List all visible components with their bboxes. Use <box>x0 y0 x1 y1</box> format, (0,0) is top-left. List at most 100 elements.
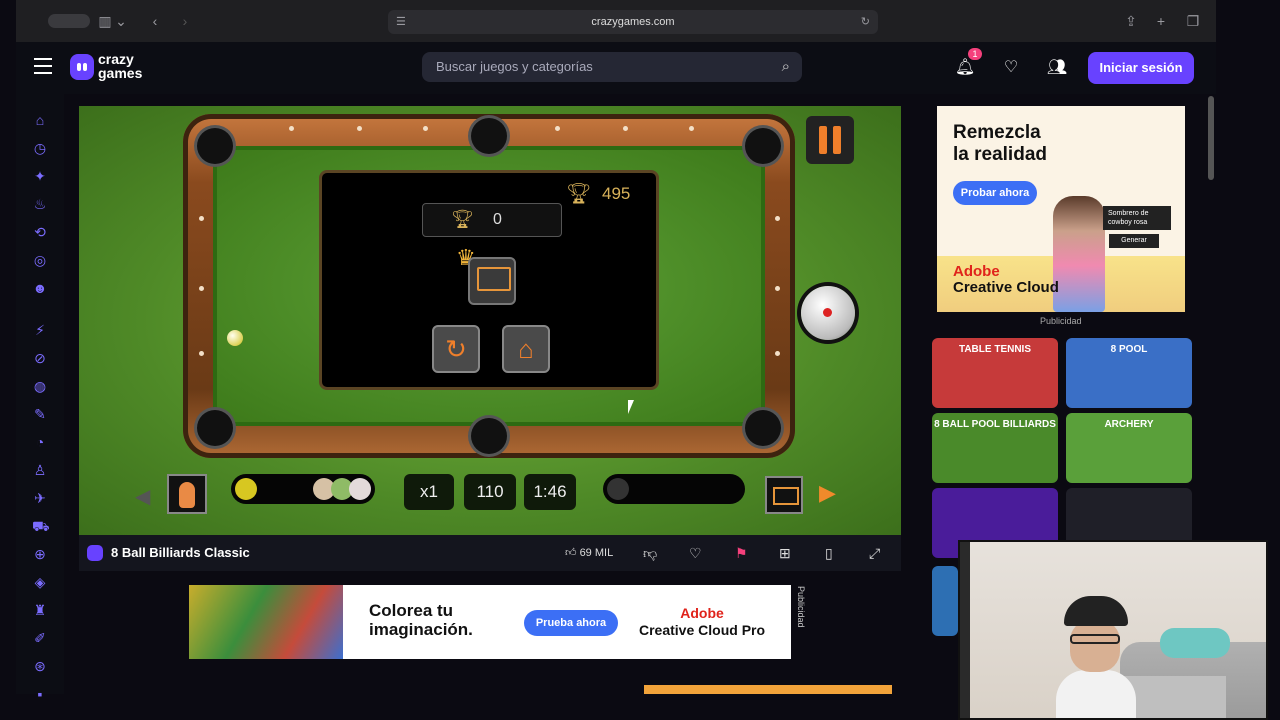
notification-badge: 1 <box>968 48 982 60</box>
game-info-bar: 8 Ball Billiards Classic 👍︎ 69 MIL 👎︎ ♡ … <box>79 535 901 571</box>
side-advertisement[interactable]: Remezcla la realidad Probar ahora Sombre… <box>937 106 1185 312</box>
ad-image <box>189 585 343 659</box>
pocket <box>197 128 233 164</box>
share-icon[interactable]: ⇪ <box>1122 12 1140 30</box>
bottom-advertisement[interactable]: Colorea tu imaginación. Prueba ahora Ado… <box>189 585 791 659</box>
thumbs-down-icon: 👎︎ <box>643 545 658 561</box>
game-thumbnail[interactable]: TABLE TENNIS <box>932 338 1058 408</box>
game-canvas[interactable]: 🏆︎ 495 🏆︎ 0 ♛ ↻ ⌂ ◀ x1 110 1:46 ▶ <box>79 106 901 535</box>
rack-ball <box>349 478 371 500</box>
friends-button[interactable]: 👥︎ <box>1042 54 1072 82</box>
clicker-icon[interactable]: ♙ <box>32 462 48 478</box>
reload-icon[interactable]: ↻ <box>861 10 870 34</box>
puzzle-icon[interactable]: ⊛ <box>32 658 48 674</box>
browser-toolbar: ▥ ⌄ ‹ › ☰ crazygames.com ↻ ⇪ + ❐ <box>16 0 1216 42</box>
search-placeholder: Buscar juegos y categorías <box>436 59 593 74</box>
more-icon[interactable]: ▪ <box>32 686 48 702</box>
home-icon[interactable]: ⌂ <box>32 112 48 128</box>
crazygames-logo-icon[interactable] <box>70 54 94 80</box>
fullscreen-button[interactable]: ⤢ <box>869 544 880 562</box>
io-icon[interactable]: ⊕ <box>32 546 48 562</box>
address-bar[interactable]: ☰ crazygames.com ↻ <box>388 10 878 34</box>
game-thumbnail[interactable]: 8 POOL <box>1066 338 1192 408</box>
bike-icon[interactable]: ◔ <box>32 434 48 450</box>
horror-icon[interactable]: ♜ <box>32 602 48 618</box>
trophy-icon: 🏆︎ <box>451 209 474 229</box>
webcam-pillow <box>1160 628 1230 658</box>
home-icon: ⌂ <box>518 334 534 364</box>
cool-icon[interactable]: ✈︎ <box>32 490 48 506</box>
game-thumbnail[interactable]: 8 BALL POOL BILLIARDS <box>932 413 1058 483</box>
search-icon[interactable]: ⌕ <box>782 52 790 82</box>
spin-control[interactable] <box>801 286 855 340</box>
webcam-overlay <box>958 540 1268 720</box>
adventure-icon[interactable]: ⊘ <box>32 350 48 366</box>
page-scrollbar[interactable] <box>1208 96 1214 180</box>
rack-ball <box>235 478 257 500</box>
webcam-face <box>1070 620 1120 672</box>
originals-icon[interactable]: ◎ <box>32 252 48 268</box>
ad-cta-button[interactable]: Prueba ahora <box>524 610 618 636</box>
new-tab-icon[interactable]: + <box>1152 12 1170 30</box>
match3-icon[interactable]: ✐ <box>32 630 48 646</box>
basketball-icon[interactable]: ◍ <box>32 378 48 394</box>
ad-brand: Adobe Creative Cloud Pro <box>639 605 765 639</box>
bell-icon: 🔔︎ <box>954 59 976 76</box>
pocket <box>197 410 233 446</box>
heart-icon: ♡ <box>689 545 702 561</box>
ad-cta-button[interactable]: Probar ahora <box>953 181 1037 205</box>
forward-icon[interactable]: › <box>176 12 194 30</box>
heart-icon: ♡ <box>1003 59 1019 76</box>
controller-icon[interactable]: ◈ <box>32 574 48 590</box>
trending-icon[interactable]: ♨ <box>32 196 48 212</box>
game-over-dialog: 🏆︎ 495 🏆︎ 0 ♛ ↻ ⌂ <box>319 170 659 390</box>
mouse-cursor <box>628 400 634 414</box>
report-button[interactable]: ⚑ <box>735 544 748 562</box>
game-thumbnail[interactable]: ARCHERY <box>1066 413 1192 483</box>
page-menu-icon[interactable]: ☰ <box>396 10 406 34</box>
pause-button[interactable] <box>806 116 854 164</box>
tab-overview-icon[interactable]: ❐ <box>1184 12 1202 30</box>
mobile-button[interactable]: ▯ <box>825 544 833 562</box>
car-icon[interactable]: ⛟ <box>32 518 50 534</box>
login-button[interactable]: Iniciar sesión <box>1088 52 1194 84</box>
favorites-button[interactable]: ♡ <box>996 54 1026 82</box>
game-thumbnail[interactable] <box>932 566 958 636</box>
dislike-button[interactable]: 👎︎ <box>643 544 657 562</box>
back-icon[interactable]: ‹ <box>146 12 164 30</box>
window-tab-pill[interactable] <box>48 14 90 28</box>
menu-icon[interactable] <box>34 58 52 74</box>
updated-icon[interactable]: ⟲ <box>32 224 48 240</box>
rail-diamond <box>555 126 560 131</box>
ad-headline-line: la realidad <box>953 144 1047 165</box>
multiplier-display: x1 <box>404 474 454 510</box>
like-button[interactable]: 👍︎ 69 MIL <box>565 545 613 561</box>
action-icon[interactable]: ⚡︎ <box>32 322 48 338</box>
new-icon[interactable]: ✦ <box>32 168 48 184</box>
thumbnail-title: ARCHERY <box>1104 419 1154 430</box>
search-input[interactable]: Buscar juegos y categorías ⌕ <box>422 52 802 82</box>
logo-text[interactable]: crazy games <box>98 52 142 80</box>
sidebar: ⌂ ◷ ✦ ♨ ⟲ ◎ ☻ ⚡︎ ⊘ ◍ ✎ ◔ ♙ ✈︎ ⛟ ⊕ ◈ ♜ ✐ … <box>16 94 64 702</box>
multiplayer-icon[interactable]: ☻ <box>32 280 48 296</box>
ad-brand: Adobe Creative Cloud <box>953 264 1059 296</box>
chevron-down-icon[interactable]: ⌄ <box>112 12 130 30</box>
rail-diamond <box>775 286 780 291</box>
embed-button[interactable]: ⊞ <box>779 544 791 562</box>
favorite-button[interactable]: ♡ <box>689 544 702 562</box>
restart-button[interactable]: ↻ <box>432 325 480 373</box>
webcam-person <box>1056 596 1226 718</box>
thumbnail-title: 8 BALL POOL BILLIARDS <box>934 419 1056 430</box>
beauty-icon[interactable]: ✎ <box>32 406 48 422</box>
flag-icon: ⚑ <box>735 545 748 561</box>
logo-text-top: crazy <box>98 51 134 67</box>
pocket <box>471 418 507 454</box>
ad-generate-chip: Generar <box>1109 234 1159 248</box>
notifications-button[interactable]: 🔔︎ 1 <box>950 48 982 82</box>
game-title: 8 Ball Billiards Classic <box>111 545 250 560</box>
home-button[interactable]: ⌂ <box>502 325 550 373</box>
ad-brand-product: Creative Cloud <box>953 279 1059 296</box>
recent-icon[interactable]: ◷ <box>32 140 48 156</box>
ad-headline-line: Remezcla <box>953 122 1041 143</box>
ad-brand-product: Creative Cloud Pro <box>639 622 766 638</box>
